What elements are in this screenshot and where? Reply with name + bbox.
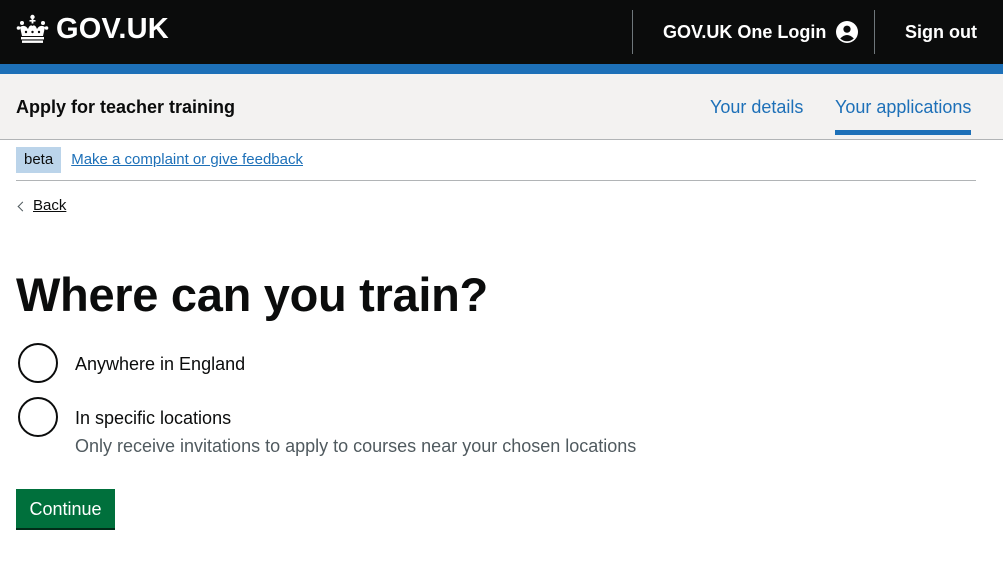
crown-icon — [16, 14, 49, 43]
header-blue-band — [0, 64, 1003, 74]
phase-tag: beta — [16, 147, 62, 173]
govuk-header: GOV.UK GOV.UK One Login Sign out — [0, 0, 1003, 64]
page-title: Where can you train? — [16, 268, 488, 321]
sign-out-link[interactable]: Sign out — [905, 18, 977, 46]
one-login-link[interactable]: GOV.UK One Login — [663, 18, 859, 46]
phase-banner-divider — [16, 180, 976, 181]
header-separator — [874, 10, 875, 54]
radio-specific-locations[interactable] — [18, 397, 58, 437]
service-name[interactable]: Apply for teacher training — [16, 96, 235, 118]
header-separator — [632, 10, 633, 54]
govuk-logotype: GOV.UK — [56, 13, 169, 45]
continue-button[interactable]: Continue — [16, 489, 115, 528]
back-link-label: Back — [33, 197, 67, 214]
radio-label-specific[interactable]: In specific locations — [75, 406, 231, 430]
chevron-left-icon — [17, 201, 28, 211]
nav-your-applications[interactable]: Your applications — [835, 96, 972, 135]
back-link[interactable]: Back — [16, 196, 66, 216]
radio-hint-specific: Only receive invitations to apply to cou… — [75, 436, 637, 456]
phase-banner: beta Make a complaint or give feedback — [16, 147, 303, 173]
govuk-logo-link[interactable]: GOV.UK — [16, 12, 169, 46]
one-login-label: GOV.UK One Login — [663, 21, 827, 42]
nav-your-details[interactable]: Your details — [710, 96, 803, 118]
radio-anywhere-in-england[interactable] — [18, 343, 58, 383]
radio-label-anywhere[interactable]: Anywhere in England — [75, 352, 245, 376]
feedback-link[interactable]: Make a complaint or give feedback — [71, 151, 303, 169]
user-account-icon — [836, 21, 859, 43]
service-navigation: Apply for teacher training Your details … — [0, 74, 1003, 140]
